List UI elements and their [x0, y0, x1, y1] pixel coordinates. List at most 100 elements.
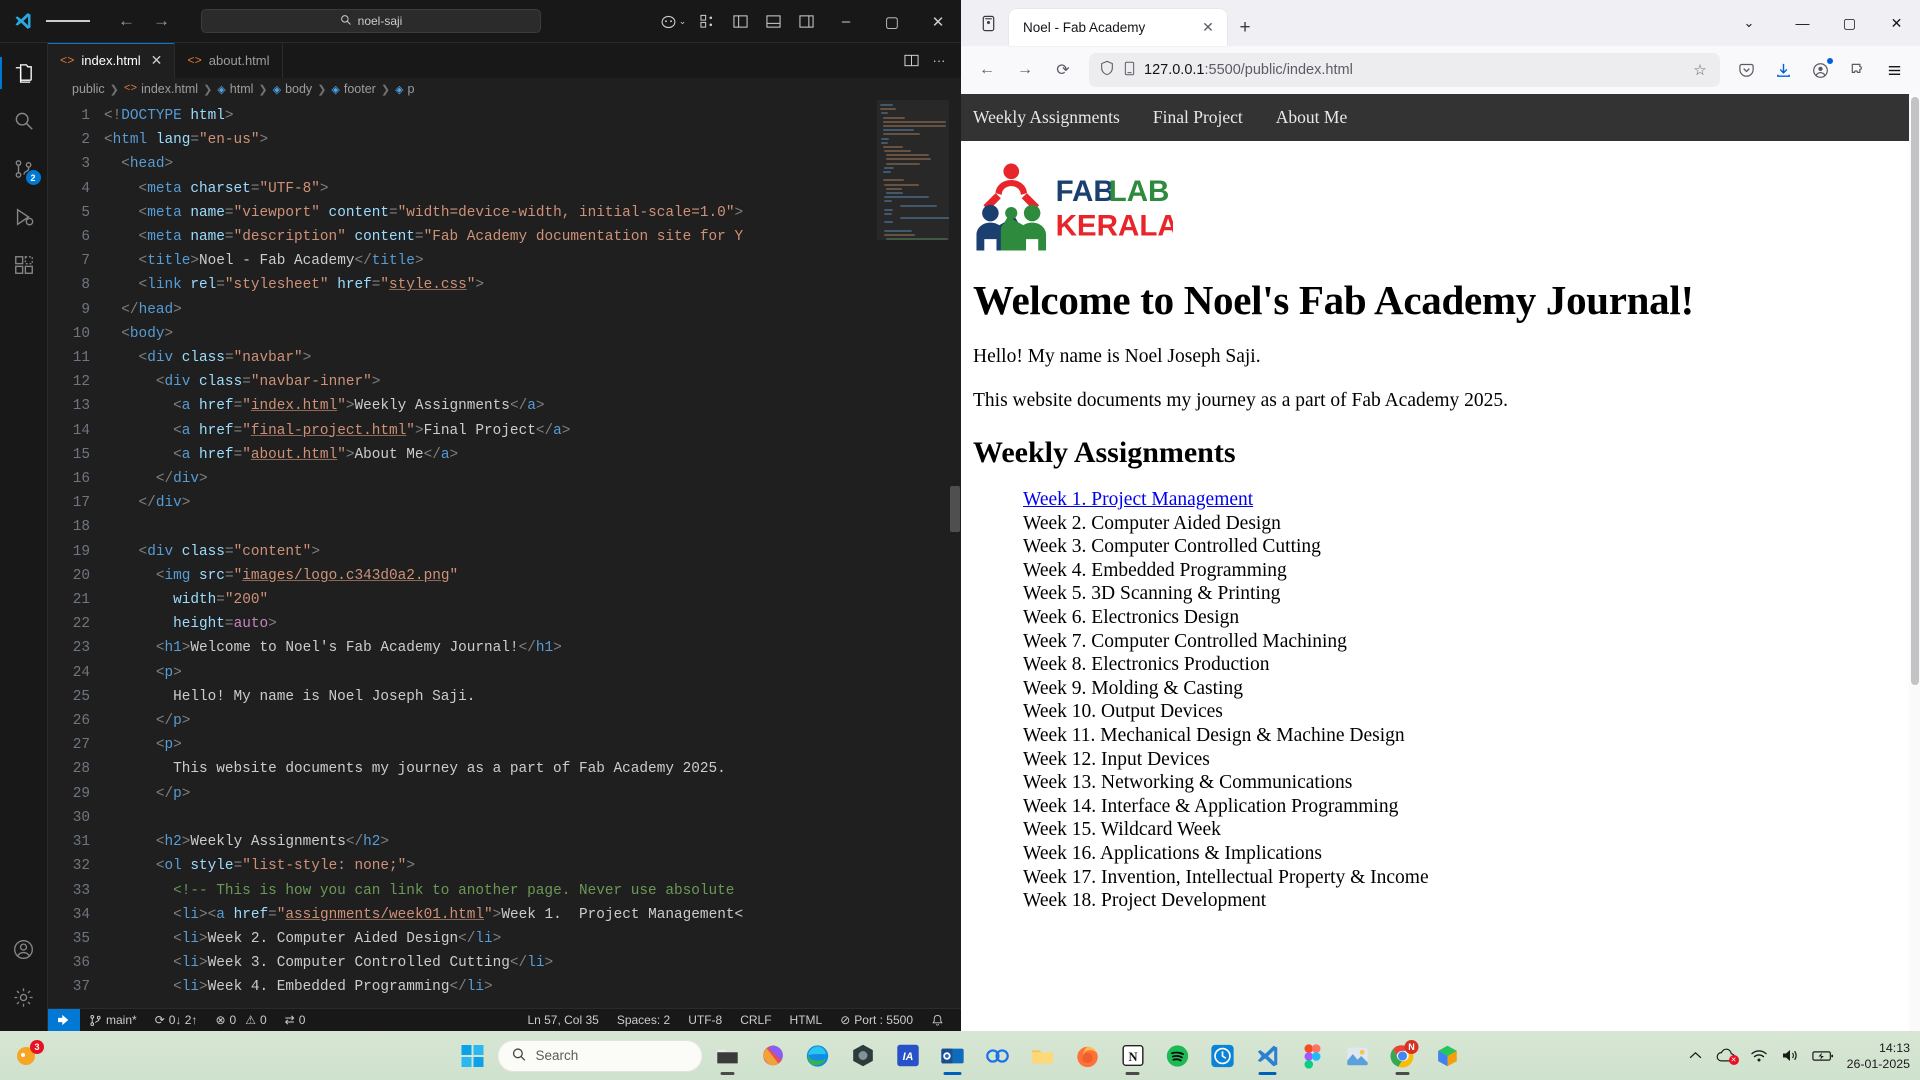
code-line[interactable]: <img src="images/logo.c343d0a2.png": [104, 564, 961, 588]
breadcrumb-public[interactable]: public: [72, 82, 105, 96]
file-explorer-icon[interactable]: [708, 1036, 748, 1076]
minimap-slider[interactable]: [877, 100, 949, 240]
status-remote-window[interactable]: [48, 1008, 80, 1032]
chrome-remote-icon[interactable]: [978, 1036, 1018, 1076]
split-editor-icon[interactable]: [898, 47, 924, 75]
sidebar-item-source-control[interactable]: 2: [0, 145, 48, 193]
code-line[interactable]: <html lang="en-us">: [104, 128, 961, 152]
code-line[interactable]: </div>: [104, 491, 961, 515]
figma-icon[interactable]: [1293, 1036, 1333, 1076]
code-line[interactable]: <h1>Welcome to Noel's Fab Academy Journa…: [104, 636, 961, 660]
code-line[interactable]: Hello! My name is Noel Joseph Saji.: [104, 685, 961, 709]
address-bar[interactable]: 127.0.0.1:5500/public/index.html ☆: [1089, 53, 1720, 87]
sidebar-item-run-and-debug[interactable]: [0, 193, 48, 241]
outlook-icon[interactable]: [933, 1036, 973, 1076]
vscode-forward-button[interactable]: →: [153, 11, 170, 31]
code-content[interactable]: <!DOCTYPE html> <html lang="en-us"> <head…: [104, 100, 961, 1008]
code-line[interactable]: <!DOCTYPE html>: [104, 104, 961, 128]
week-link-1[interactable]: Week 1. Project Management: [1023, 489, 1253, 510]
code-line[interactable]: This website documents my journey as a p…: [104, 757, 961, 781]
code-line[interactable]: <a href="about.html">About Me</a>: [104, 443, 961, 467]
code-line[interactable]: <h2>Weekly Assignments</h2>: [104, 830, 961, 854]
browser-reload-button[interactable]: ⟳: [1045, 53, 1081, 87]
firefox-icon[interactable]: [1068, 1036, 1108, 1076]
tray-chevron-icon[interactable]: [1689, 1051, 1702, 1060]
code-line[interactable]: <div class="navbar-inner">: [104, 370, 961, 394]
blackmagic-icon[interactable]: [843, 1036, 883, 1076]
toggle-secondary-sidebar-icon[interactable]: [790, 0, 823, 43]
chrome-icon[interactable]: N: [1383, 1036, 1423, 1076]
sidebar-item-search[interactable]: [0, 97, 48, 145]
tab-index-html[interactable]: <> index.html ✕: [48, 43, 176, 78]
code-line[interactable]: <!-- This is how you can link to another…: [104, 879, 961, 903]
status-live-server[interactable]: ⊘ Port : 5500: [831, 1009, 922, 1032]
account-icon[interactable]: [1802, 53, 1838, 87]
sidebar-item-settings[interactable]: [0, 973, 48, 1021]
sidebar-item-extensions[interactable]: [0, 241, 48, 289]
code-line[interactable]: height=auto>: [104, 612, 961, 636]
vscode-menu-button[interactable]: [46, 18, 91, 25]
code-line[interactable]: <p>: [104, 661, 961, 685]
notification-chat-icon[interactable]: 3: [8, 1036, 48, 1076]
list-all-tabs-chevron-icon[interactable]: ⌄: [1719, 0, 1779, 46]
battery-charging-icon[interactable]: [1811, 1049, 1834, 1063]
microsoft-edge-icon[interactable]: [798, 1036, 838, 1076]
status-ports[interactable]: ⇄ 0: [276, 1009, 315, 1032]
browser-back-button[interactable]: ←: [969, 53, 1005, 87]
tab-close-icon[interactable]: ✕: [151, 52, 163, 69]
close-icon[interactable]: ✕: [1197, 17, 1219, 39]
code-line[interactable]: <body>: [104, 322, 961, 346]
code-line[interactable]: <meta name="viewport" content="width=dev…: [104, 201, 961, 225]
status-sync[interactable]: ⟳ 0↓ 2↑: [146, 1009, 207, 1032]
firefox-close-button[interactable]: ✕: [1873, 0, 1920, 46]
code-line[interactable]: </head>: [104, 298, 961, 322]
code-editor[interactable]: 1 2 3 4 5 6 7 8 9 10 11 12 13 14 15 16 17 18 19 20 21 22 23 24 2…: [48, 100, 961, 1008]
url-text[interactable]: 127.0.0.1:5500/public/index.html: [1144, 62, 1680, 78]
prusa-icon[interactable]: [1428, 1036, 1468, 1076]
breadcrumb-footer[interactable]: ◈ footer: [331, 82, 375, 96]
bookmark-star-icon[interactable]: ☆: [1687, 61, 1713, 79]
downloads-icon[interactable]: [1765, 53, 1801, 87]
vscode-icon[interactable]: [1248, 1036, 1288, 1076]
editor-scrollbar[interactable]: [949, 100, 961, 1008]
vscode-search-input[interactable]: noel-saji: [201, 9, 541, 33]
firefox-view-button[interactable]: [967, 0, 1009, 46]
vscode-minimize-button[interactable]: –: [823, 0, 869, 43]
app-menu-icon[interactable]: [1876, 53, 1912, 87]
autodesk-icon[interactable]: IA: [888, 1036, 928, 1076]
spotify-icon[interactable]: [1158, 1036, 1198, 1076]
status-problems[interactable]: ⊗ 0 ⚠ 0: [206, 1009, 275, 1032]
code-line[interactable]: <ol style="list-style: none;">: [104, 854, 961, 878]
copilot-icon[interactable]: [753, 1036, 793, 1076]
onedrive-sync-error-icon[interactable]: ✕: [1715, 1048, 1739, 1065]
page-scrollbar-thumb[interactable]: [1910, 97, 1919, 685]
volume-icon[interactable]: [1781, 1048, 1799, 1063]
code-line[interactable]: <div class="content">: [104, 540, 961, 564]
code-line[interactable]: <a href="index.html">Weekly Assignments<…: [104, 394, 961, 418]
customize-layout-icon[interactable]: [691, 0, 724, 43]
editor-scrollbar-thumb[interactable]: [950, 486, 960, 532]
extensions-icon[interactable]: [1839, 53, 1875, 87]
photos-icon[interactable]: [1338, 1036, 1378, 1076]
code-line[interactable]: <p>: [104, 733, 961, 757]
status-eol[interactable]: CRLF: [731, 1009, 780, 1032]
status-indentation[interactable]: Spaces: 2: [608, 1009, 679, 1032]
code-line[interactable]: [104, 515, 961, 539]
page-scrollbar[interactable]: [1909, 94, 1920, 1031]
vscode-back-button[interactable]: ←: [118, 11, 135, 31]
status-encoding[interactable]: UTF-8: [679, 1009, 731, 1032]
sidebar-item-accounts[interactable]: [0, 925, 48, 973]
toggle-panel-icon[interactable]: [757, 0, 790, 43]
code-line[interactable]: </div>: [104, 467, 961, 491]
code-line[interactable]: [104, 806, 961, 830]
code-line[interactable]: <title>Noel - Fab Academy</title>: [104, 249, 961, 273]
page-icon[interactable]: [1122, 61, 1137, 80]
code-line[interactable]: </p>: [104, 782, 961, 806]
code-line[interactable]: </p>: [104, 709, 961, 733]
breadcrumb-index-html[interactable]: <> index.html: [124, 82, 198, 96]
pocket-icon[interactable]: [1728, 53, 1764, 87]
more-actions-icon[interactable]: ···: [926, 47, 952, 75]
windows-start-icon[interactable]: [453, 1036, 493, 1076]
code-line[interactable]: <meta name="description" content="Fab Ac…: [104, 225, 961, 249]
status-cursor-position[interactable]: Ln 57, Col 35: [518, 1009, 607, 1032]
